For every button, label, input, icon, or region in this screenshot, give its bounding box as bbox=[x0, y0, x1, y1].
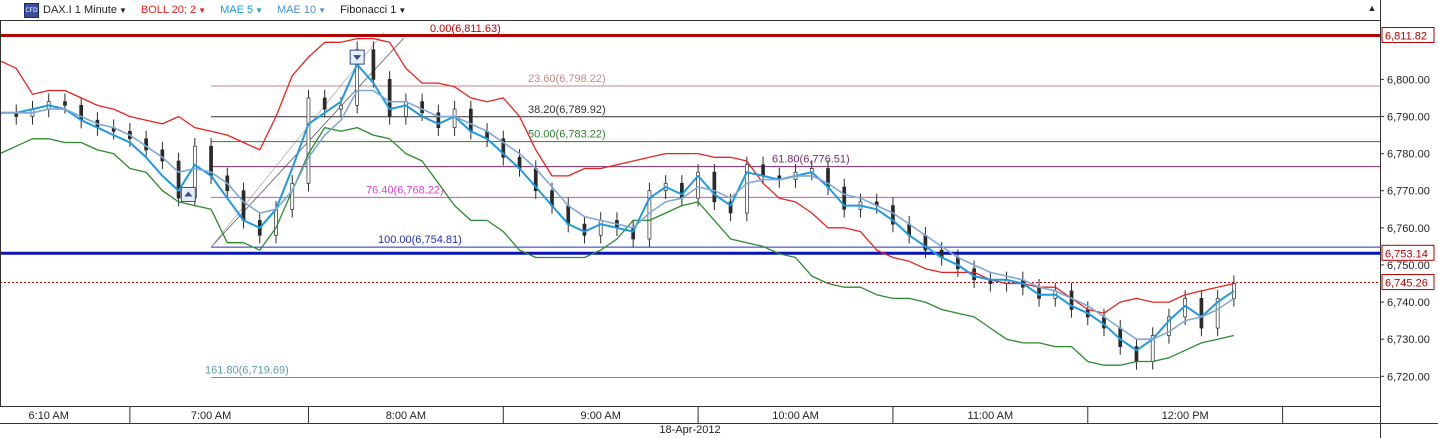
price-candle-body bbox=[1199, 298, 1204, 329]
y-tick-label: 6,720.00 bbox=[1387, 371, 1430, 383]
y-tick-label: 6,800.00 bbox=[1387, 74, 1430, 86]
x-tick-label: 9:00 AM bbox=[581, 410, 621, 422]
fib-level-label: 38.20(6,789.92) bbox=[528, 104, 606, 116]
buy-marker-icon bbox=[180, 186, 196, 202]
price-candle-body bbox=[322, 97, 327, 110]
fib-level-label: 50.00(6,783.22) bbox=[528, 129, 606, 141]
sell-marker-icon bbox=[349, 49, 365, 65]
x-tick-label: 6:10 AM bbox=[29, 410, 69, 422]
fib-level-label: 23.60(6,798.22) bbox=[528, 73, 606, 85]
x-tick-label: 7:00 AM bbox=[191, 410, 231, 422]
price-tag-label: 6,753.14 bbox=[1385, 248, 1428, 260]
plot-area: 0.00(6,811.63) 23.60(6,798.22) 38.20(6,789… bbox=[0, 23, 1380, 378]
price-candle-body bbox=[306, 97, 311, 184]
price-candle-body bbox=[598, 220, 603, 236]
price-candle-body bbox=[371, 49, 376, 80]
price-candle-body bbox=[956, 257, 960, 270]
price-candle-body bbox=[339, 105, 343, 110]
series-line-boll-20-2-upper bbox=[0, 37, 1235, 314]
y-tick-label: 6,760.00 bbox=[1387, 223, 1430, 235]
plot-frame bbox=[0, 20, 1381, 407]
series-line-mae-5 bbox=[0, 63, 1235, 352]
price-candle-body bbox=[274, 208, 278, 236]
price-candle-body bbox=[468, 108, 473, 132]
price-candle-body bbox=[436, 112, 441, 128]
price-candle-body bbox=[160, 149, 165, 162]
y-tick-label: 6,770.00 bbox=[1387, 186, 1430, 198]
y-tick-label: 6,780.00 bbox=[1387, 149, 1430, 161]
price-tag-label: 6,811.82 bbox=[1385, 31, 1427, 43]
fib-level-label: 0.00(6,811.63) bbox=[430, 23, 501, 35]
price-candle-body bbox=[680, 182, 684, 199]
chart-window: CFD DAX.I 1 Minute ▼ BOLL 20; 2 ▼ MAE 5 … bbox=[0, 0, 1438, 438]
price-candle-body bbox=[63, 101, 67, 106]
fib-level-label: 100.00(6,754.81) bbox=[378, 234, 462, 246]
price-candle-body bbox=[420, 101, 424, 114]
price-candle-body bbox=[582, 223, 587, 236]
x-tick-label: 8:00 AM bbox=[386, 410, 426, 422]
fib-level-label: 161.80(6,719.69) bbox=[205, 364, 289, 376]
price-candle-body bbox=[761, 164, 765, 177]
price-candle-body bbox=[79, 105, 84, 121]
x-tick-label: 10:00 AM bbox=[772, 410, 818, 422]
series-line-boll-20-2-lower bbox=[0, 126, 1235, 366]
price-candle-body bbox=[176, 160, 181, 199]
price-candle-body bbox=[241, 190, 246, 221]
price-candle-body bbox=[144, 138, 148, 151]
price-candle-body bbox=[566, 205, 571, 225]
price-chart[interactable]: 0.00(6,811.63) 23.60(6,798.22) 38.20(6,789… bbox=[0, 0, 1438, 438]
x-tick-label: 12:00 PM bbox=[1162, 410, 1209, 422]
y-tick-label: 6,730.00 bbox=[1387, 334, 1430, 346]
y-tick-label: 6,750.00 bbox=[1387, 260, 1430, 272]
x-tick-label: 11:00 AM bbox=[968, 410, 1014, 422]
price-candle-body bbox=[387, 79, 392, 117]
y-tick-label: 6,740.00 bbox=[1387, 297, 1430, 309]
fib-level-label: 76.40(6,768.22) bbox=[366, 184, 444, 196]
price-candle-body bbox=[712, 171, 717, 203]
fib-level-label: 61.80(6,776.51) bbox=[772, 154, 850, 166]
y-tick-label: 6,790.00 bbox=[1387, 112, 1430, 124]
date-label: 18-Apr-2012 bbox=[659, 424, 721, 436]
price-tag-label: 6,745.26 bbox=[1385, 278, 1428, 290]
price-candle-body bbox=[404, 101, 408, 117]
